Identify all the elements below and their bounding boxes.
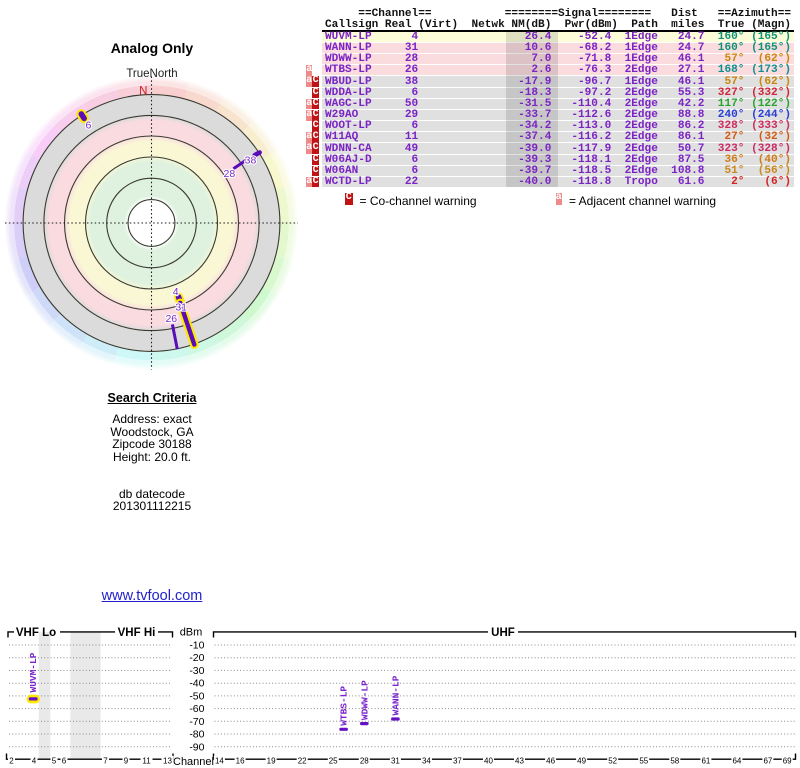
svg-text:40: 40 xyxy=(484,756,493,765)
svg-text:-20: -20 xyxy=(189,652,204,664)
svg-text:61: 61 xyxy=(701,756,710,765)
svg-text:13: 13 xyxy=(163,756,172,765)
svg-text:UHF: UHF xyxy=(491,627,515,639)
svg-text:49: 49 xyxy=(577,756,586,765)
svg-text:31: 31 xyxy=(391,756,400,765)
svg-text:46: 46 xyxy=(546,756,555,765)
svg-text:52: 52 xyxy=(608,756,617,765)
svg-text:28: 28 xyxy=(360,756,369,765)
svg-text:-70: -70 xyxy=(189,716,204,728)
svg-text:55: 55 xyxy=(639,756,648,765)
svg-text:58: 58 xyxy=(670,756,679,765)
svg-text:-40: -40 xyxy=(189,678,204,690)
svg-text:16: 16 xyxy=(236,756,245,765)
svg-text:28: 28 xyxy=(224,168,236,180)
svg-text:2: 2 xyxy=(9,756,14,765)
svg-text:WANN-LP: WANN-LP xyxy=(390,675,401,715)
svg-text:25: 25 xyxy=(329,756,338,765)
svg-text:11: 11 xyxy=(142,756,151,765)
svg-text:4: 4 xyxy=(32,756,37,765)
svg-text:26: 26 xyxy=(165,313,177,325)
svg-text:37: 37 xyxy=(453,756,462,765)
svg-text:-50: -50 xyxy=(189,690,204,702)
svg-text:69: 69 xyxy=(783,756,792,765)
svg-text:38: 38 xyxy=(245,155,257,167)
svg-text:4: 4 xyxy=(173,286,179,298)
svg-text:-90: -90 xyxy=(189,741,204,753)
svg-text:-10: -10 xyxy=(189,640,204,652)
svg-text:19: 19 xyxy=(267,756,276,765)
svg-text:N: N xyxy=(139,85,147,97)
svg-text:WTBS-LP: WTBS-LP xyxy=(339,686,350,726)
svg-text:67: 67 xyxy=(763,756,772,765)
svg-text:WUVM-LP: WUVM-LP xyxy=(28,652,39,692)
svg-text:43: 43 xyxy=(515,756,524,765)
svg-text:VHF Hi: VHF Hi xyxy=(118,627,156,639)
svg-text:6: 6 xyxy=(85,119,91,131)
svg-text:VHF Lo: VHF Lo xyxy=(16,627,56,639)
svg-text:-60: -60 xyxy=(189,703,204,715)
svg-text:Channel: Channel xyxy=(173,756,214,768)
svg-text:6: 6 xyxy=(62,756,67,765)
svg-text:5: 5 xyxy=(52,756,57,765)
svg-text:64: 64 xyxy=(732,756,741,765)
svg-text:34: 34 xyxy=(422,756,431,765)
svg-text:-30: -30 xyxy=(189,665,204,677)
svg-text:9: 9 xyxy=(124,756,129,765)
svg-text:22: 22 xyxy=(298,756,307,765)
svg-text:7: 7 xyxy=(103,756,108,765)
svg-text:dBm: dBm xyxy=(180,627,203,639)
svg-text:31: 31 xyxy=(175,301,187,313)
svg-text:14: 14 xyxy=(215,756,224,765)
svg-text:-80: -80 xyxy=(189,729,204,741)
svg-text:WDWW-LP: WDWW-LP xyxy=(359,680,370,720)
